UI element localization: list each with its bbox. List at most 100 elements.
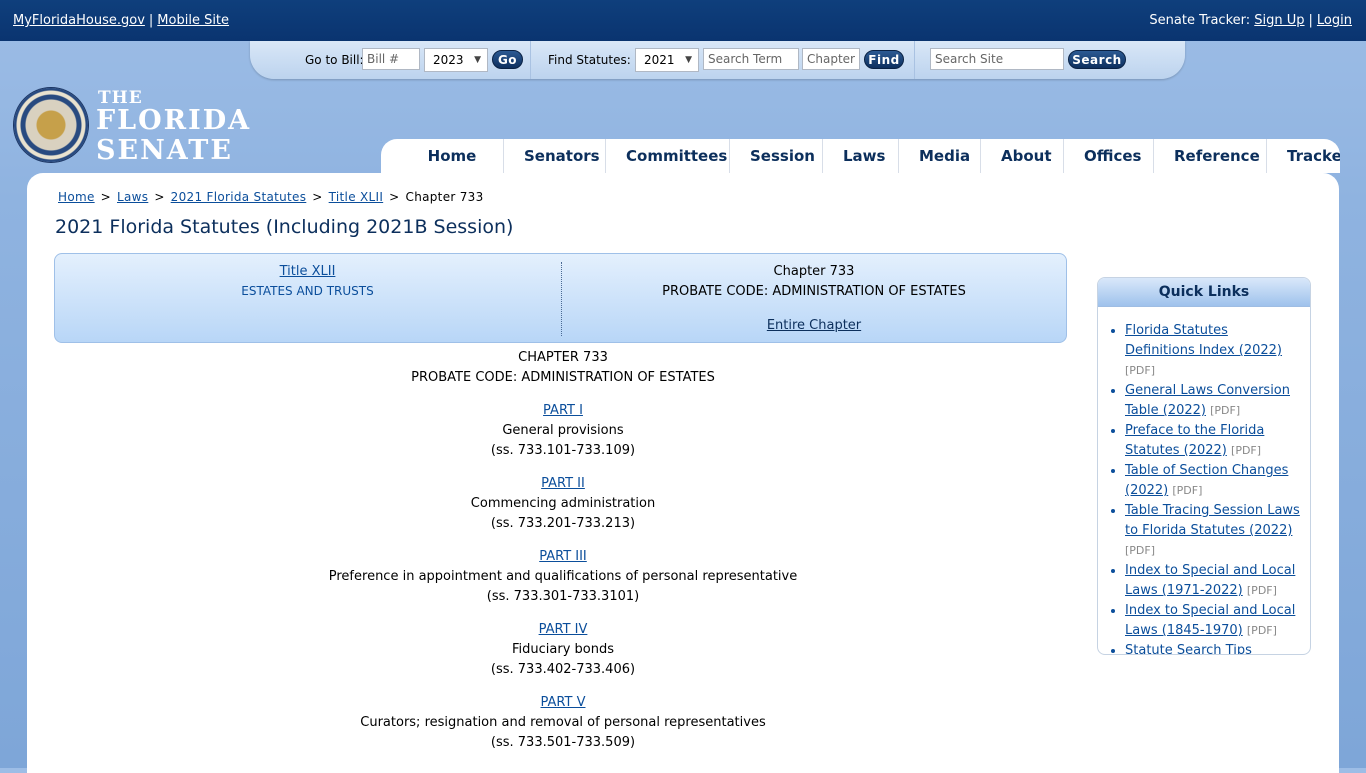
part-range: (ss. 733.501-733.509)	[490, 735, 636, 750]
search-button[interactable]: Search	[1068, 50, 1126, 69]
title-section: Title XLII ESTATES AND TRUSTS	[55, 254, 560, 342]
list-item: Index to Special and Local Laws (1845-19…	[1125, 601, 1310, 641]
breadcrumb-sep: >	[100, 190, 111, 204]
sign-up-link[interactable]: Sign Up	[1254, 13, 1304, 28]
list-item: PART III Preference in appointment and q…	[54, 547, 1072, 607]
list-item: Preface to the Florida Statutes (2022) […	[1125, 421, 1310, 461]
bill-year-value: 2023	[433, 53, 464, 67]
pdf-tag: [PDF]	[1210, 404, 1241, 417]
login-link[interactable]: Login	[1317, 13, 1352, 28]
statute-year-value: 2021	[644, 53, 675, 67]
search-divider	[530, 41, 531, 79]
part-range: (ss. 733.301-733.3101)	[486, 589, 640, 604]
breadcrumb-current: Chapter 733	[405, 190, 484, 204]
pdf-tag: [PDF]	[1246, 624, 1277, 637]
statute-year-select[interactable]: 2021 ▼	[635, 48, 699, 72]
nav-tracker[interactable]: Tracker	[1267, 139, 1340, 173]
part-description: General provisions	[502, 423, 624, 438]
part-link[interactable]: PART III	[539, 549, 587, 564]
search-term-input[interactable]: Search Term	[703, 48, 799, 70]
part-range: (ss. 733.201-733.213)	[490, 516, 636, 531]
main-nav-items: Home Senators Committees Session Laws Me…	[401, 139, 1340, 173]
chapter-number: Chapter 733	[773, 264, 855, 279]
part-link[interactable]: PART IV	[539, 622, 588, 637]
top-separator: |	[148, 13, 154, 28]
breadcrumb-sep: >	[154, 190, 165, 204]
breadcrumb-statutes[interactable]: 2021 Florida Statutes	[171, 190, 307, 204]
quick-link[interactable]: Florida Statutes Definitions Index (2022…	[1125, 323, 1282, 358]
nav-committees[interactable]: Committees	[606, 139, 730, 173]
go-button[interactable]: Go	[492, 50, 523, 69]
quick-link[interactable]: General Laws Conversion Table (2022)	[1125, 383, 1290, 418]
quick-link[interactable]: Statute Search Tips	[1125, 643, 1252, 654]
part-link[interactable]: PART V	[541, 695, 586, 710]
title-link[interactable]: Title XLII	[280, 264, 336, 279]
chapter-heading: CHAPTER 733	[518, 350, 608, 365]
part-description: Commencing administration	[470, 496, 656, 511]
nav-reference[interactable]: Reference	[1154, 139, 1267, 173]
nav-offices[interactable]: Offices	[1064, 139, 1154, 173]
pdf-tag: [PDF]	[1246, 584, 1277, 597]
mobile-site-link[interactable]: Mobile Site	[157, 13, 229, 28]
search-site-input[interactable]: Search Site	[930, 48, 1064, 70]
logo-florida: FLORIDA	[96, 105, 252, 136]
part-link[interactable]: PART I	[543, 403, 583, 418]
main-nav: Home Senators Committees Session Laws Me…	[381, 139, 1340, 173]
nav-senators[interactable]: Senators	[504, 139, 606, 173]
list-item: Table of Section Changes (2022) [PDF]	[1125, 461, 1310, 501]
chapter-input[interactable]: Chapter	[802, 48, 860, 70]
pdf-tag: [PDF]	[1125, 544, 1156, 557]
list-item: PART II Commencing administration (ss. 7…	[54, 474, 1072, 534]
chevron-down-icon: ▼	[685, 55, 692, 65]
nav-media[interactable]: Media	[899, 139, 981, 173]
breadcrumb-laws[interactable]: Laws	[117, 190, 148, 204]
goto-bill-label: Go to Bill:	[305, 53, 364, 67]
find-statutes-label: Find Statutes:	[548, 53, 631, 67]
pdf-tag: [PDF]	[1231, 444, 1262, 457]
pdf-tag: [PDF]	[1125, 364, 1156, 377]
nav-home[interactable]: Home	[401, 139, 504, 173]
content-panel: Home > Laws >2021 Florida Statutes > Title XL…	[27, 173, 1339, 773]
breadcrumb-sep: >	[389, 190, 400, 204]
page-title: 2021 Florida Statutes (Including 2021B S…	[55, 216, 514, 238]
chapter-section: Chapter 733 PROBATE CODE: ADMINISTRATION…	[562, 254, 1066, 342]
quick-links-box: Quick Links Florida Statutes Definitions…	[1097, 277, 1311, 655]
quick-link[interactable]: Table Tracing Session Laws to Florida St…	[1125, 503, 1300, 538]
pdf-tag: [PDF]	[1172, 484, 1203, 497]
chevron-down-icon: ▼	[474, 55, 481, 65]
chapter-description: PROBATE CODE: ADMINISTRATION OF ESTATES	[662, 284, 966, 299]
list-item: PART IV Fiduciary bonds (ss. 733.402-733…	[54, 620, 1072, 680]
chapter-contents: CHAPTER 733 PROBATE CODE: ADMINISTRATION…	[54, 348, 1072, 766]
nav-laws[interactable]: Laws	[823, 139, 899, 173]
breadcrumb-home[interactable]: Home	[58, 190, 95, 204]
find-button[interactable]: Find	[864, 50, 904, 69]
search-divider-2	[914, 41, 915, 79]
search-strip: Go to Bill: Bill # 2023 ▼ Go Find Statute…	[250, 41, 1185, 79]
quick-links-heading: Quick Links	[1098, 278, 1310, 307]
senate-seal-icon	[14, 88, 88, 162]
list-item: Statute Search Tips	[1125, 641, 1310, 654]
senate-logo[interactable]: THE FLORIDA SENATE	[14, 88, 249, 166]
nav-about[interactable]: About	[981, 139, 1064, 173]
part-link[interactable]: PART II	[541, 476, 585, 491]
part-description: Curators; resignation and removal of per…	[360, 715, 766, 730]
list-item: Florida Statutes Definitions Index (2022…	[1125, 321, 1310, 381]
nav-session[interactable]: Session	[730, 139, 823, 173]
top-separator-2: |	[1308, 13, 1313, 28]
list-item: PART V Curators; resignation and removal…	[54, 693, 1072, 753]
myfloridahouse-link[interactable]: MyFloridaHouse.gov	[13, 13, 145, 28]
breadcrumb-title[interactable]: Title XLII	[329, 190, 384, 204]
part-range: (ss. 733.101-733.109)	[490, 443, 636, 458]
bill-year-select[interactable]: 2023 ▼	[424, 48, 488, 72]
part-range: (ss. 733.402-733.406)	[490, 662, 636, 677]
part-description: Preference in appointment and qualificat…	[328, 569, 798, 584]
quick-link[interactable]: Table of Section Changes (2022)	[1125, 463, 1288, 498]
logo-senate: SENATE	[96, 135, 233, 166]
list-item: PART I General provisions (ss. 733.101-7…	[54, 401, 1072, 461]
list-item: Table Tracing Session Laws to Florida St…	[1125, 501, 1310, 561]
top-bar-left: MyFloridaHouse.gov | Mobile Site	[13, 13, 229, 28]
bill-number-input[interactable]: Bill #	[362, 48, 420, 70]
top-bar-right: Senate Tracker: Sign Up | Login	[1149, 13, 1352, 28]
chapter-heading-block: CHAPTER 733 PROBATE CODE: ADMINISTRATION…	[54, 348, 1072, 388]
entire-chapter-link[interactable]: Entire Chapter	[767, 318, 861, 333]
